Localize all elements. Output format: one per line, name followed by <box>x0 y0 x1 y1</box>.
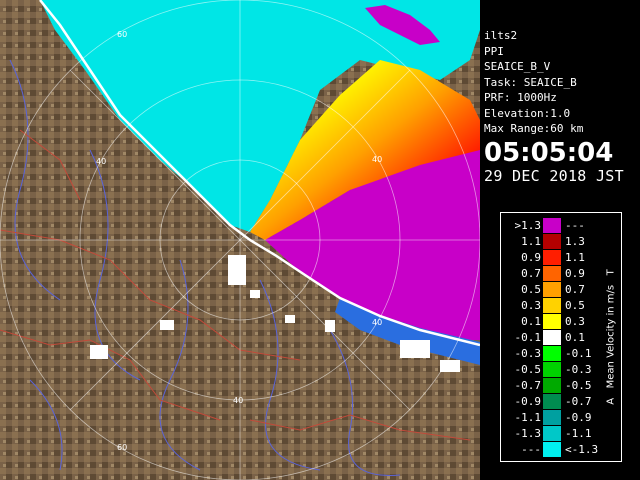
legend-row: -0.3 -0.1 <box>501 345 601 362</box>
legend-left-value: 0.9 <box>521 251 541 264</box>
legend-row: -0.1 0.1 <box>501 329 601 346</box>
prf-value: PRF: 1000Hz <box>484 91 557 104</box>
ring-label-east: 40 <box>372 155 382 164</box>
product-name: SEAICE_B_V <box>484 60 551 73</box>
legend-color-swatch <box>543 378 561 393</box>
legend-right-value: 0.7 <box>565 283 585 296</box>
legend-row: 0.7 0.9 <box>501 265 601 282</box>
legend-left-value: 0.5 <box>521 283 541 296</box>
legend-left-value: -0.7 <box>514 379 542 392</box>
legend-color-swatch <box>543 426 561 441</box>
legend-right-value: -0.9 <box>565 411 592 424</box>
ring-label-north: 40 <box>96 157 106 166</box>
legend-title: A Mean Velocity in m/s T <box>606 269 617 405</box>
legend-color-swatch <box>543 410 561 425</box>
legend-color-swatch <box>543 218 561 233</box>
legend-title-container: A Mean Velocity in m/s T <box>604 219 618 455</box>
station-name: ilts2 <box>484 29 518 42</box>
legend-right-value: 0.3 <box>565 315 585 328</box>
legend-color-swatch <box>543 346 561 361</box>
legend-left-value: 1.1 <box>521 235 541 248</box>
range-rings <box>0 0 480 480</box>
legend-row: 1.1 1.3 <box>501 233 601 250</box>
legend-color-swatch <box>543 250 561 265</box>
ring-label-northwest: 60 <box>117 30 127 39</box>
legend-color-swatch <box>543 282 561 297</box>
legend-right-value: -0.5 <box>565 379 592 392</box>
legend-left-value: 0.1 <box>521 315 541 328</box>
legend-right-value: 0.9 <box>565 267 585 280</box>
radar-ppi-display[interactable]: 40 40 40 40 60 60 <box>0 0 480 480</box>
legend-left-value: -1.3 <box>514 427 542 440</box>
legend-row: -1.1 -0.9 <box>501 409 601 426</box>
legend-right-value: --- <box>565 219 585 232</box>
legend-right-value: -0.3 <box>565 363 592 376</box>
legend-right-value: <-1.3 <box>565 443 599 456</box>
legend-right-value: 0.1 <box>565 331 585 344</box>
legend-color-swatch <box>543 266 561 281</box>
legend-left-value: -0.1 <box>514 331 542 344</box>
legend-left-value: -1.1 <box>514 411 542 424</box>
scan-mode: PPI <box>484 44 504 58</box>
ring-label-southwest: 60 <box>117 443 127 452</box>
legend-row: 0.1 0.3 <box>501 313 601 330</box>
legend-left-value: -0.3 <box>514 347 542 360</box>
legend-color-swatch <box>543 314 561 329</box>
legend-row: 0.5 0.7 <box>501 281 601 298</box>
legend-color-swatch <box>543 330 561 345</box>
task-name: Task: SEAICE_B <box>484 75 577 89</box>
legend-color-swatch <box>543 298 561 313</box>
legend-right-value: -0.7 <box>565 395 592 408</box>
legend-left-value: -0.5 <box>514 363 542 376</box>
legend-row: >1.3 --- <box>501 217 601 234</box>
legend-row: 0.3 0.5 <box>501 297 601 314</box>
legend-color-swatch <box>543 234 561 249</box>
scan-time: 05:05:04 <box>484 137 614 168</box>
legend-color-swatch <box>543 394 561 409</box>
legend-color-swatch <box>543 362 561 377</box>
max-range-value: Max Range:60 km <box>484 122 584 135</box>
legend-row: -1.3 -1.1 <box>501 425 601 442</box>
legend-title-text: Mean Velocity in m/s <box>605 284 617 389</box>
legend-left-value: --- <box>521 443 541 456</box>
legend-right-value: 1.3 <box>565 235 585 248</box>
legend-right-value: -0.1 <box>565 347 592 360</box>
legend-top-marker: A <box>605 397 617 405</box>
legend-right-value: 1.1 <box>565 251 585 264</box>
legend-left-value: -0.9 <box>514 395 542 408</box>
legend-right-value: 0.5 <box>565 299 585 312</box>
legend-bottom-marker: T <box>605 269 617 276</box>
legend-left-value: >1.3 <box>514 219 542 232</box>
ring-label-south: 40 <box>233 396 243 405</box>
legend-row: --- <-1.3 <box>501 441 601 458</box>
elevation-value: Elevation:1.0 <box>484 106 571 120</box>
scan-info-panel: ilts2 PPI SEAICE_B_V Task: SEAICE_B PRF:… <box>481 28 640 188</box>
legend-left-value: 0.3 <box>521 299 541 312</box>
legend-row: -0.5 -0.3 <box>501 361 601 378</box>
legend-row: -0.7 -0.5 <box>501 377 601 394</box>
legend-color-swatch <box>543 442 561 457</box>
ring-label-southeast: 40 <box>372 318 382 327</box>
legend-row: 0.9 1.1 <box>501 249 601 266</box>
legend-row: -0.9 -0.7 <box>501 393 601 410</box>
legend-right-value: -1.1 <box>565 427 592 440</box>
legend-left-value: 0.7 <box>521 267 541 280</box>
scan-date: 29 DEC 2018 JST <box>484 166 624 185</box>
velocity-legend: >1.3 --- 1.1 1.3 0.9 1.1 0.7 0.9 0.5 0.7 0.3 0.5 0.1… <box>500 212 622 462</box>
